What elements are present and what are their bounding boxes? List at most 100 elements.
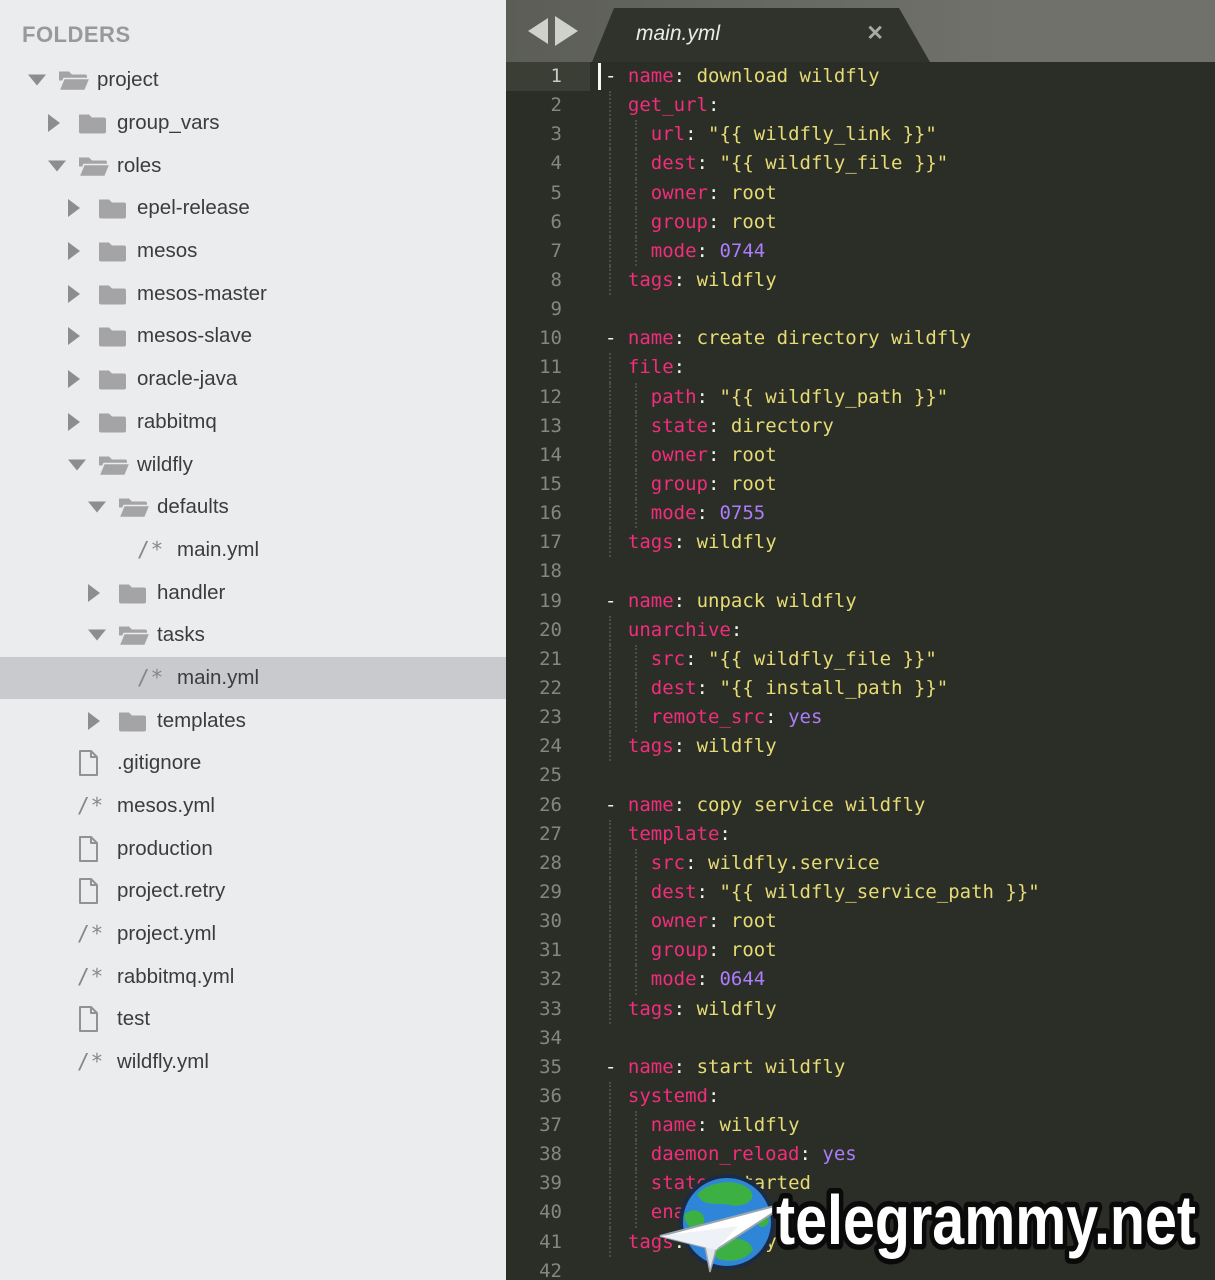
- code-line[interactable]: 23 remote_src: yes: [506, 703, 1215, 733]
- tree-item-project.yml[interactable]: /* project.yml: [0, 913, 506, 956]
- line-number: 26: [539, 793, 562, 816]
- code-line[interactable]: 42: [506, 1257, 1215, 1280]
- chevron-collapsed-icon[interactable]: [68, 284, 80, 303]
- code-line[interactable]: 6 group: root: [506, 207, 1215, 237]
- tree-item-oracle-java[interactable]: oracle-java: [0, 358, 506, 401]
- tree-item-epel-release[interactable]: epel-release: [0, 187, 506, 230]
- code-line[interactable]: 32 mode: 0644: [506, 965, 1215, 995]
- tree-item-mesos[interactable]: mesos: [0, 230, 506, 273]
- code-line[interactable]: 11 file:: [506, 353, 1215, 383]
- code-line[interactable]: 30 owner: root: [506, 907, 1215, 937]
- code-line[interactable]: 34: [506, 1024, 1215, 1053]
- chevron-collapsed-icon[interactable]: [68, 199, 80, 218]
- chevron-expanded-icon[interactable]: [68, 459, 86, 471]
- code-line[interactable]: 12 path: "{{ wildfly_path }}": [506, 382, 1215, 412]
- code-line[interactable]: 40 enabled: yes: [506, 1198, 1215, 1228]
- line-number: 17: [539, 531, 562, 554]
- code-line[interactable]: 39 state: started: [506, 1169, 1215, 1199]
- tree-item-group_vars[interactable]: group_vars: [0, 102, 506, 145]
- code-line[interactable]: 8 tags: wildfly: [506, 265, 1215, 296]
- folder-open-icon: [57, 71, 92, 92]
- line-number: 34: [539, 1026, 562, 1049]
- chevron-expanded-icon[interactable]: [28, 74, 46, 86]
- code-line[interactable]: 5 owner: root: [506, 178, 1215, 208]
- code-line[interactable]: 26- name: copy service wildfly: [506, 791, 1215, 820]
- code-line[interactable]: 29 dest: "{{ wildfly_service_path }}": [506, 877, 1215, 908]
- code-line[interactable]: 4 dest: "{{ wildfly_file }}": [506, 149, 1215, 179]
- code-line[interactable]: 1- name: download wildfly: [506, 62, 1215, 92]
- code-line[interactable]: 31 group: root: [506, 936, 1215, 966]
- code-line[interactable]: 25: [506, 761, 1215, 790]
- yml-file-icon: /*: [137, 665, 165, 690]
- code-line[interactable]: 41 tags: wildfly: [506, 1227, 1215, 1257]
- tree-item-label: project: [97, 68, 159, 92]
- line-number: 41: [539, 1230, 562, 1253]
- code-line[interactable]: 2 get_url:: [506, 91, 1215, 121]
- tab-main-yml[interactable]: main.yml ✕: [592, 8, 930, 62]
- tree-item-rabbitmq.yml[interactable]: /* rabbitmq.yml: [0, 955, 506, 998]
- code-line[interactable]: 33 tags: wildfly: [506, 994, 1215, 1024]
- code-line[interactable]: 22 dest: "{{ install_path }}": [506, 673, 1215, 704]
- code-line[interactable]: 27 template:: [506, 819, 1215, 849]
- tree-item-defaults[interactable]: defaults: [0, 486, 506, 529]
- tree-item-project.retry[interactable]: project.retry: [0, 870, 506, 913]
- code-line[interactable]: 9: [506, 295, 1215, 324]
- code-line[interactable]: 3 url: "{{ wildfly_link }}": [506, 120, 1215, 150]
- chevron-collapsed-icon[interactable]: [68, 327, 80, 346]
- chevron-collapsed-icon[interactable]: [68, 370, 80, 389]
- tree-item-mesos-slave[interactable]: mesos-slave: [0, 315, 506, 358]
- tree-item-wildfly.yml[interactable]: /* wildfly.yml: [0, 1041, 506, 1084]
- tree-item-label: production: [117, 836, 213, 860]
- code-line[interactable]: 36 systemd:: [506, 1081, 1215, 1112]
- code-line[interactable]: 21 src: "{{ wildfly_file }}": [506, 644, 1215, 674]
- text-cursor: [598, 63, 601, 90]
- code-line[interactable]: 18: [506, 557, 1215, 586]
- line-number: 39: [539, 1172, 562, 1195]
- code-line[interactable]: 35- name: start wildfly: [506, 1053, 1215, 1082]
- folders-header: FOLDERS: [22, 22, 131, 47]
- tree-item-.gitignore[interactable]: .gitignore: [0, 742, 506, 785]
- tab-scroll-left-icon[interactable]: [528, 18, 548, 44]
- chevron-collapsed-icon[interactable]: [88, 583, 100, 602]
- chevron-expanded-icon[interactable]: [88, 501, 106, 513]
- code-line[interactable]: 15 group: root: [506, 469, 1215, 500]
- chevron-collapsed-icon[interactable]: [48, 114, 60, 133]
- code-line[interactable]: 17 tags: wildfly: [506, 528, 1215, 558]
- code-line[interactable]: 13 state: directory: [506, 411, 1215, 441]
- line-number: 27: [539, 822, 562, 845]
- code-line[interactable]: 7 mode: 0744: [506, 236, 1215, 266]
- tree-item-wildfly[interactable]: wildfly: [0, 443, 506, 486]
- code-line[interactable]: 14 owner: root: [506, 440, 1215, 470]
- code-line[interactable]: 10- name: create directory wildfly: [506, 324, 1215, 353]
- tab-close-icon[interactable]: ✕: [866, 8, 884, 60]
- code-line[interactable]: 37 name: wildfly: [506, 1111, 1215, 1141]
- tree-item-main.yml[interactable]: /* main.yml: [0, 656, 506, 700]
- tree-item-rabbitmq[interactable]: rabbitmq: [0, 401, 506, 444]
- chevron-expanded-icon[interactable]: [48, 160, 66, 172]
- chevron-collapsed-icon[interactable]: [88, 711, 100, 730]
- tree-item-test[interactable]: test: [0, 998, 506, 1041]
- code-line[interactable]: 16 mode: 0755: [506, 499, 1215, 529]
- tree-item-tasks[interactable]: tasks: [0, 614, 506, 657]
- tree-item-production[interactable]: production: [0, 827, 506, 870]
- tree-item-project[interactable]: project: [0, 59, 506, 102]
- chevron-expanded-icon[interactable]: [88, 629, 106, 641]
- tree-item-handler[interactable]: handler: [0, 571, 506, 614]
- chevron-collapsed-icon[interactable]: [68, 412, 80, 431]
- code-area[interactable]: 1- name: download wildfly 2 get_url: 3 url…: [506, 62, 1215, 1280]
- code-line[interactable]: 28 src: wildfly.service: [506, 848, 1215, 878]
- tree-item-templates[interactable]: templates: [0, 699, 506, 742]
- tree-item-main.yml[interactable]: /* main.yml: [0, 529, 506, 572]
- folder-closed-icon: [99, 242, 126, 262]
- line-number: 36: [539, 1084, 562, 1107]
- tree-item-mesos.yml[interactable]: /* mesos.yml: [0, 785, 506, 828]
- line-number: 21: [539, 647, 562, 670]
- code-line[interactable]: 24 tags: wildfly: [506, 732, 1215, 762]
- tree-item-mesos-master[interactable]: mesos-master: [0, 272, 506, 315]
- chevron-collapsed-icon[interactable]: [68, 242, 80, 261]
- code-line[interactable]: 19- name: unpack wildfly: [506, 587, 1215, 616]
- tree-item-roles[interactable]: roles: [0, 144, 506, 187]
- code-line[interactable]: 20 unarchive:: [506, 615, 1215, 645]
- code-line[interactable]: 38 daemon_reload: yes: [506, 1140, 1215, 1170]
- tab-scroll-right-icon[interactable]: [555, 16, 578, 46]
